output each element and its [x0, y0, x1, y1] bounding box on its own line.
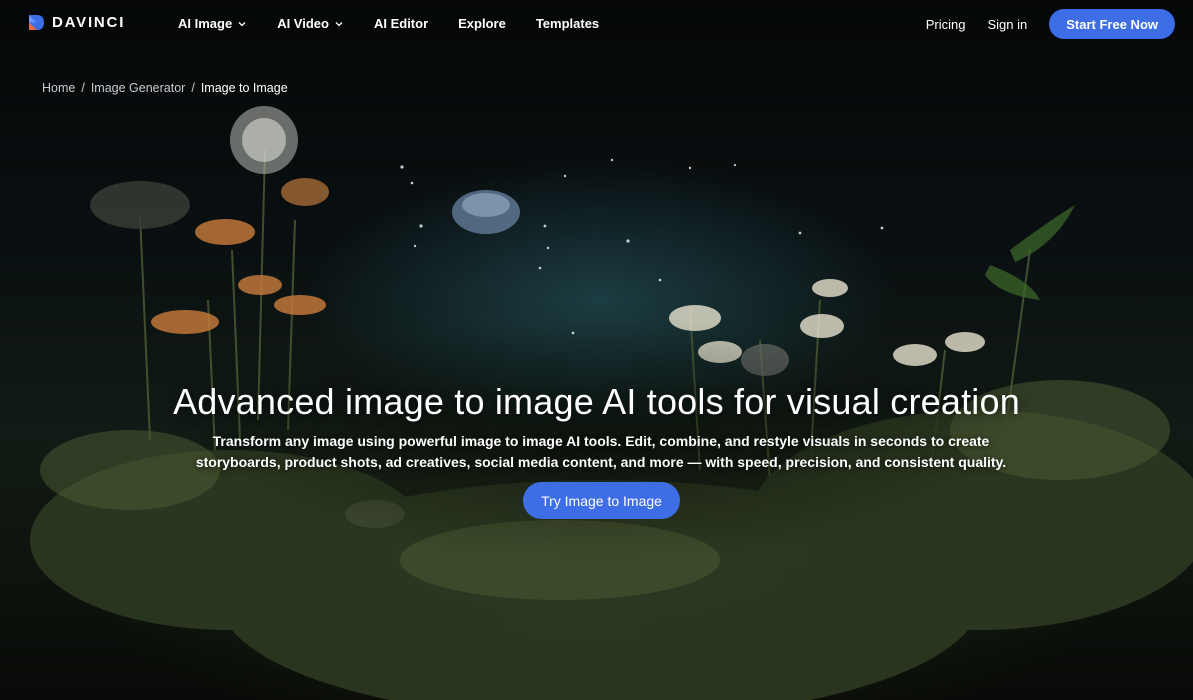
nav-templates[interactable]: Templates: [536, 16, 599, 31]
breadcrumb-separator: /: [191, 81, 195, 95]
pricing-link[interactable]: Pricing: [926, 17, 966, 32]
nav-explore[interactable]: Explore: [458, 16, 506, 31]
nav-ai-video-label: AI Video: [277, 16, 329, 31]
hero-title: Advanced image to image AI tools for vis…: [173, 381, 1020, 422]
nav-ai-video[interactable]: AI Video: [277, 16, 344, 31]
main-menu: AI Image AI Video AI Editor Explore Temp…: [178, 16, 629, 31]
nav-ai-image[interactable]: AI Image: [178, 16, 247, 31]
brand-logo[interactable]: DAVINCI: [28, 14, 125, 31]
nav-templates-label: Templates: [535, 16, 600, 31]
sign-in-link[interactable]: Sign in: [988, 17, 1028, 32]
nav-ai-image-label: AI Image: [178, 16, 233, 31]
brand-name: DAVINCI: [52, 14, 126, 31]
nav-ai-editor-label: AI Editor: [373, 16, 429, 31]
breadcrumb-image-generator[interactable]: Image Generator: [91, 81, 186, 95]
hero-overlay: [0, 0, 1193, 700]
chevron-down-icon: [238, 21, 246, 26]
try-image-to-image-button[interactable]: Try Image to Image: [523, 482, 680, 519]
start-free-button[interactable]: Start Free Now: [1049, 9, 1175, 39]
nav-ai-editor[interactable]: AI Editor: [374, 16, 428, 31]
nav-actions: Pricing Sign in Start Free Now: [926, 9, 1175, 39]
nav-explore-label: Explore: [458, 16, 506, 31]
davinci-logo-icon: [29, 15, 44, 30]
hero-background: [0, 0, 1193, 700]
breadcrumb: Home / Image Generator / Image to Image: [42, 81, 288, 95]
top-navigation: DAVINCI AI Image AI Video AI Editor Expl…: [0, 0, 1193, 48]
breadcrumb-home[interactable]: Home: [42, 81, 75, 95]
breadcrumb-current: Image to Image: [200, 81, 288, 95]
hero-subtitle: Transform any image using powerful image…: [195, 433, 1007, 470]
breadcrumb-separator: /: [81, 81, 85, 95]
chevron-down-icon: [335, 21, 343, 26]
